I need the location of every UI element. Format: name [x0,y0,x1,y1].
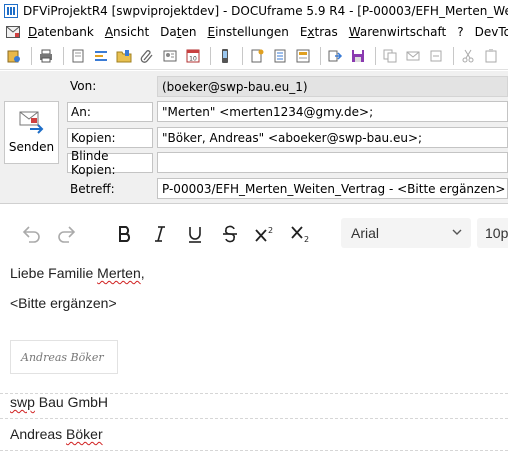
strikethrough-icon [223,225,237,243]
menu-devtools[interactable]: DevTools [475,25,508,39]
folder-icon[interactable] [114,46,134,66]
address-book-icon[interactable] [4,46,24,66]
chevron-down-icon [452,229,462,235]
main-toolbar: 10 [0,42,508,70]
from-label: Von: [70,79,97,93]
undo-button[interactable] [20,222,42,246]
menu-einstellungen[interactable]: Einstellungen [207,25,288,39]
paste-icon[interactable] [481,46,501,66]
svg-text:10: 10 [189,55,197,62]
signature-image-text: Andreas Böker [21,350,104,364]
cut-icon[interactable] [458,46,478,66]
menu-help[interactable]: ? [457,25,463,39]
send-mail-icon [19,111,43,134]
toolbar-separator [320,46,321,65]
cc-button[interactable]: Kopien: [67,128,153,148]
signature-divider [0,418,508,419]
greeting-name: Merten [97,265,141,281]
menu-datenbank[interactable]: Datenbank [28,25,94,39]
phone-icon[interactable] [215,46,235,66]
toolbar-separator [453,46,454,65]
from-field: (boeker@swp-bau.eu_1) [157,76,508,97]
font-family-value: Arial [351,225,380,241]
address-card-icon[interactable] [160,46,180,66]
save-icon[interactable] [348,46,368,66]
toolbar-separator [210,46,211,65]
print-icon[interactable] [36,46,56,66]
app-icon [4,4,18,18]
toolbar-separator [31,46,32,65]
copy-icon[interactable] [380,46,400,66]
signature-image: Andreas Böker [10,340,118,374]
superscript-icon: 2 [255,226,273,242]
company-abbrev: swp [10,394,35,410]
sender-last-name: Böker [66,426,103,442]
redo-icon [58,226,76,243]
bold-button[interactable] [114,222,136,246]
calendar-icon[interactable]: 10 [183,46,203,66]
document-list-icon[interactable] [270,46,290,66]
title-bar: DFViProjektR4 [swpviprojektdev] - DOCUfr… [0,0,508,22]
menu-bar: Datenbank Ansicht Daten Einstellungen Ex… [0,22,508,42]
font-size-value: 10pt [485,225,508,241]
subject-label: Betreff: [70,182,115,196]
preview-icon[interactable] [68,46,88,66]
strikethrough-button[interactable] [220,222,240,246]
bold-icon [119,226,131,242]
window-title: DFViProjektR4 [swpviprojektdev] - DOCUfr… [23,4,508,18]
mail-copy-icon[interactable] [403,46,423,66]
company-line: swp Bau GmbH [10,394,108,410]
attachment-icon[interactable] [137,46,157,66]
template-icon[interactable] [293,46,313,66]
company-name: Bau GmbH [34,394,109,410]
format-icon[interactable] [91,46,111,66]
to-button[interactable]: An: [67,102,153,122]
export-icon[interactable] [325,46,345,66]
subject-field[interactable]: P-00003/EFH_Merten_Weiten_Vertrag - <Bit… [157,178,508,199]
message-body-editor[interactable]: Liebe Familie Merten, <Bitte ergänzen> A… [0,258,508,455]
redo-button[interactable] [56,222,78,246]
toolbar-separator [375,46,376,65]
undo-icon [22,226,40,243]
superscript-button[interactable]: 2 [253,222,277,246]
font-family-select[interactable]: Arial [341,218,471,248]
send-button-label: Senden [8,140,55,154]
italic-icon [155,226,165,242]
toolbar-separator [242,46,243,65]
subscript-button[interactable]: 2 [289,222,313,246]
signature-divider [0,450,508,451]
mail-header-form: Senden Von: (boeker@swp-bau.eu_1) An: "M… [0,71,508,204]
toolbar-separator [63,46,64,65]
sender-name-line: Andreas Böker [10,426,103,442]
subscript-icon: 2 [291,226,309,243]
greeting-line: Liebe Familie Merten, [10,265,145,281]
cc-field[interactable]: "Böker, Andreas" <aboeker@swp-bau.eu>; [157,127,508,148]
menu-warenwirtschaft[interactable]: Warenwirtschaft [349,25,446,39]
greeting-punct: , [140,265,145,281]
menu-daten[interactable]: Daten [160,25,196,39]
new-document-icon[interactable] [247,46,267,66]
bcc-field[interactable] [157,152,508,173]
greeting-text: Liebe Familie [10,265,98,281]
sender-first-name: Andreas [10,426,67,442]
mail-menu-icon[interactable] [6,26,20,38]
menu-ansicht[interactable]: Ansicht [105,25,149,39]
underline-button[interactable] [185,222,205,246]
placeholder-line: <Bitte ergänzen> [10,295,117,311]
menu-extras[interactable]: Extras [300,25,338,39]
send-button[interactable]: Senden [4,101,59,164]
svg-text:2: 2 [268,226,273,235]
underline-icon [189,227,201,243]
to-field[interactable]: "Merten" <merten1234@gmy.de>; [157,101,508,122]
font-size-select[interactable]: 10pt [477,218,508,248]
italic-button[interactable] [150,222,170,246]
move-icon[interactable] [426,46,446,66]
svg-text:2: 2 [304,235,309,243]
bcc-button[interactable]: Blinde Kopien: [67,149,153,177]
